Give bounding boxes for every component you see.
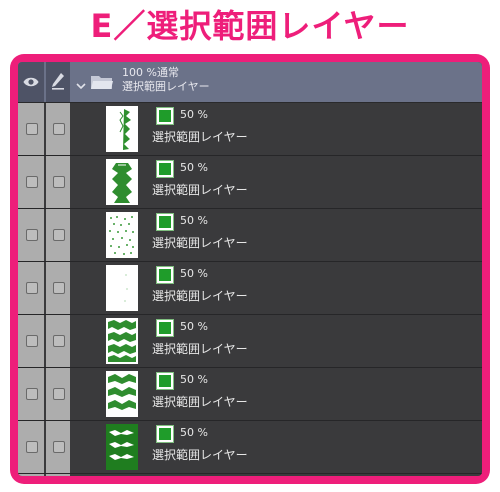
indent-spacer (70, 103, 98, 155)
layer-name: 選択範囲レイヤー (152, 395, 248, 409)
layer-thumbnail (106, 265, 138, 311)
layer-thumbnail (106, 106, 138, 152)
visibility-checkbox[interactable] (26, 123, 38, 135)
layer-opacity: 50 % (180, 320, 208, 333)
layer-thumbnail (106, 212, 138, 258)
lock-checkbox[interactable] (53, 335, 65, 347)
folder-opacity-mode: 100 %通常 (122, 66, 179, 79)
layer-color-icon (156, 425, 174, 443)
indent-spacer (70, 209, 98, 261)
layer-color-icon (156, 160, 174, 178)
page-heading: E／選択範囲レイヤー (90, 7, 410, 45)
layer-color-icon (156, 319, 174, 337)
layer-color-icon (156, 266, 174, 284)
layer-name: 選択範囲レイヤー (152, 130, 248, 144)
indent-spacer (70, 156, 98, 208)
eye-icon[interactable] (23, 74, 39, 93)
lock-checkbox[interactable] (53, 388, 65, 400)
layer-row[interactable]: 50 % 選択範囲レイヤー (18, 421, 482, 474)
chevron-down-icon[interactable] (76, 76, 86, 95)
indent-spacer (70, 368, 98, 420)
lock-checkbox[interactable] (53, 441, 65, 453)
lock-checkbox[interactable] (53, 176, 65, 188)
layer-opacity: 50 % (180, 267, 208, 280)
visibility-checkbox[interactable] (26, 441, 38, 453)
lock-checkbox[interactable] (53, 123, 65, 135)
layer-row[interactable]: 50 % 選択範囲レイヤー (18, 262, 482, 315)
layer-name: 選択範囲レイヤー (152, 183, 248, 197)
indent-spacer (70, 315, 98, 367)
visibility-checkbox[interactable] (26, 282, 38, 294)
indent-spacer (70, 421, 98, 473)
layer-name: 選択範囲レイヤー (152, 236, 248, 250)
layer-row[interactable]: 50 % 選択範囲レイヤー (18, 103, 482, 156)
layer-opacity: 50 % (180, 108, 208, 121)
layer-color-icon (156, 213, 174, 231)
layer-thumbnail (106, 424, 138, 470)
folder-name: 選択範囲レイヤー (122, 80, 210, 93)
layer-thumbnail (106, 159, 138, 205)
lock-checkbox[interactable] (53, 282, 65, 294)
layer-opacity: 50 % (180, 214, 208, 227)
indent-spacer (70, 262, 98, 314)
layer-opacity: 50 % (180, 161, 208, 174)
layer-thumbnail (106, 371, 138, 417)
layer-opacity: 50 % (180, 373, 208, 386)
layer-panel: 100 %通常 選択範囲レイヤー 50 % 選択範囲レイヤー 50 % 選択範囲… (18, 62, 482, 476)
layer-row[interactable]: 50 % 選択範囲レイヤー (18, 156, 482, 209)
folder-icon (90, 73, 114, 95)
layer-color-icon (156, 372, 174, 390)
visibility-checkbox[interactable] (26, 229, 38, 241)
layer-folder-row[interactable]: 100 %通常 選択範囲レイヤー (18, 62, 482, 103)
visibility-checkbox[interactable] (26, 335, 38, 347)
layer-thumbnail (106, 318, 138, 364)
visibility-checkbox[interactable] (26, 388, 38, 400)
pen-icon[interactable] (51, 72, 65, 94)
layer-opacity: 50 % (180, 426, 208, 439)
layer-name: 選択範囲レイヤー (152, 289, 248, 303)
layer-row[interactable]: 50 % 選択範囲レイヤー (18, 209, 482, 262)
layer-name: 選択範囲レイヤー (152, 448, 248, 462)
visibility-checkbox[interactable] (26, 176, 38, 188)
layer-row[interactable]: 50 % 選択範囲レイヤー (18, 368, 482, 421)
layer-color-icon (156, 107, 174, 125)
layer-row[interactable]: 50 % 選択範囲レイヤー (18, 315, 482, 368)
lock-checkbox[interactable] (53, 229, 65, 241)
layer-name: 選択範囲レイヤー (152, 342, 248, 356)
